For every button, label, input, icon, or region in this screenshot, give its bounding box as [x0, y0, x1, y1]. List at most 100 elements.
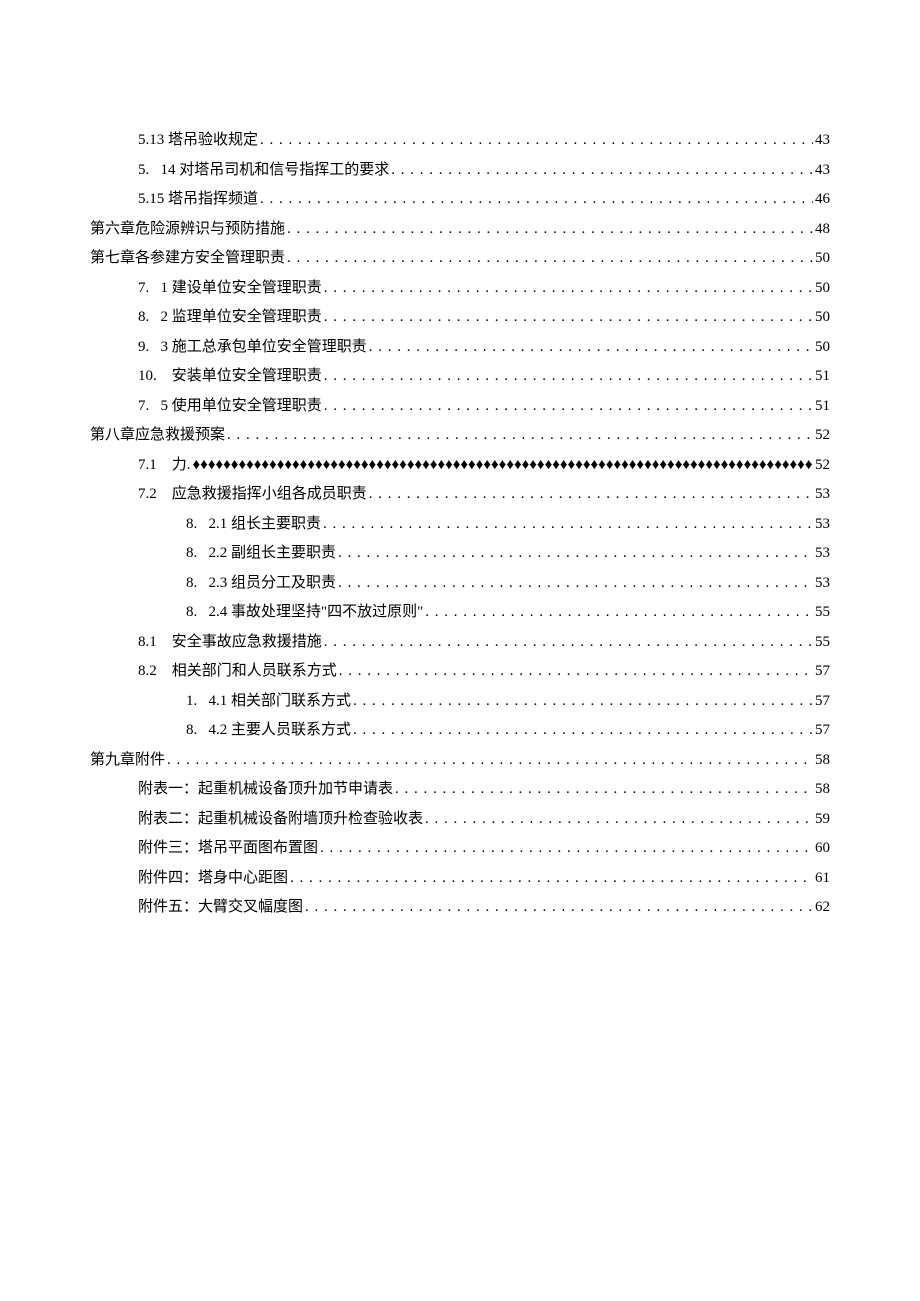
toc-entry-page: 52 [815, 423, 830, 449]
toc-entry-page: 57 [815, 718, 830, 744]
toc-entry: 附件四：塔身中心距图 61 [90, 866, 830, 892]
toc-entry-title: 第八章应急救援预案 [90, 423, 225, 449]
toc-entry-prefix: 8. [186, 718, 209, 744]
toc-entry-title: 1 建设单位安全管理职责 [161, 276, 322, 302]
toc-leader [353, 718, 813, 744]
toc-entry-title: 安全事故应急救援措施 [172, 630, 322, 656]
toc-entry-page: 55 [815, 600, 830, 626]
toc-leader [324, 305, 813, 331]
toc-entry: 8. 4.2 主要人员联系方式 57 [90, 718, 830, 744]
toc-entry-page: 59 [815, 807, 830, 833]
toc-entry-page: 51 [815, 364, 830, 390]
toc-leader [391, 158, 813, 184]
table-of-contents: 5.13 塔吊验收规定435. 14 对塔吊司机和信号指挥工的要求435.15 … [90, 128, 830, 921]
toc-entry-prefix: 7. [138, 394, 161, 420]
toc-entry-page: 53 [815, 482, 830, 508]
toc-leader [287, 246, 813, 272]
toc-leader [425, 600, 813, 626]
toc-entry: 10. 安装单位安全管理职责 51 [90, 364, 830, 390]
toc-entry-page: 50 [815, 305, 830, 331]
toc-entry: 8.1 安全事故应急救援措施55 [90, 630, 830, 656]
toc-leader [260, 128, 813, 154]
toc-entry: 7.1 力. 52 [90, 453, 830, 479]
toc-entry: 7.2 应急救援指挥小组各成员职责 53 [90, 482, 830, 508]
toc-entry-prefix: 7.2 [138, 482, 172, 508]
toc-leader [395, 777, 813, 803]
toc-leader [338, 541, 813, 567]
toc-entry: 7. 1 建设单位安全管理职责50 [90, 276, 830, 302]
toc-entry-title: 第六章危险源辨识与预防措施 [90, 217, 285, 243]
toc-entry: 8. 2 监理单位安全管理职责 50 [90, 305, 830, 331]
toc-entry-title: 2 监理单位安全管理职责 [161, 305, 322, 331]
toc-entry: 9. 3 施工总承包单位安全管理职责50 [90, 335, 830, 361]
toc-entry: 附件五：大臂交叉幅度图 62 [90, 895, 830, 921]
toc-entry-title: 第七章各参建方安全管理职责 [90, 246, 285, 272]
toc-entry: 附件三：塔吊平面图布置图 60 [90, 836, 830, 862]
toc-leader [425, 807, 813, 833]
toc-entry-prefix: 7.1 [138, 453, 172, 479]
toc-leader [324, 630, 813, 656]
toc-entry-title: 2.4 事故处理坚持"四不放过原则" [209, 600, 424, 626]
toc-entry-prefix: 8. [138, 305, 161, 331]
toc-entry-prefix: 8. [186, 600, 209, 626]
toc-leader [339, 659, 813, 685]
toc-leader [305, 895, 813, 921]
toc-entry-title: 附件四：塔身中心距图 [138, 866, 288, 892]
toc-leader [193, 453, 813, 479]
toc-entry-page: 53 [815, 571, 830, 597]
toc-entry-title: 应急救援指挥小组各成员职责 [172, 482, 367, 508]
toc-leader [287, 217, 813, 243]
toc-entry-page: 50 [815, 335, 830, 361]
toc-leader [260, 187, 813, 213]
toc-entry-title: 5.13 塔吊验收规定 [138, 128, 258, 154]
toc-entry: 5.15 塔吊指挥频道 46 [90, 187, 830, 213]
toc-entry-page: 62 [815, 895, 830, 921]
toc-entry: 8. 2.1 组长主要职责 53 [90, 512, 830, 538]
toc-entry-prefix: 1. [186, 689, 209, 715]
toc-entry-prefix: 7. [138, 276, 161, 302]
toc-entry-page: 52 [815, 453, 830, 479]
toc-entry-page: 61 [815, 866, 830, 892]
toc-entry-page: 60 [815, 836, 830, 862]
toc-entry: 7. 5 使用单位安全管理职责51 [90, 394, 830, 420]
toc-entry-prefix: 10. [138, 364, 172, 390]
toc-entry-title: 4.1 相关部门联系方式 [209, 689, 352, 715]
toc-leader [353, 689, 813, 715]
toc-entry-title: 力. [172, 453, 191, 479]
toc-entry-page: 46 [815, 187, 830, 213]
toc-entry: 第七章各参建方安全管理职责 50 [90, 246, 830, 272]
toc-leader [324, 276, 813, 302]
toc-entry: 8. 2.4 事故处理坚持"四不放过原则" 55 [90, 600, 830, 626]
toc-entry-title: 2.1 组长主要职责 [209, 512, 322, 538]
toc-entry-page: 51 [815, 394, 830, 420]
toc-entry: 第八章应急救援预案 52 [90, 423, 830, 449]
toc-leader [369, 335, 813, 361]
toc-entry-title: 安装单位安全管理职责 [172, 364, 322, 390]
toc-entry-title: 附表二：起重机械设备附墙顶升检查验收表 [138, 807, 423, 833]
toc-entry-page: 50 [815, 246, 830, 272]
toc-entry-title: 第九章附件 [90, 748, 165, 774]
toc-entry: 8.2 相关部门和人员联系方式 57 [90, 659, 830, 685]
toc-entry-prefix: 8.2 [138, 659, 172, 685]
toc-entry-page: 58 [815, 777, 830, 803]
toc-entry-prefix: 8. [186, 571, 209, 597]
toc-entry: 附表一：起重机械设备顶升加节申请表 58 [90, 777, 830, 803]
toc-entry-page: 53 [815, 512, 830, 538]
toc-entry: 8. 2.2 副组长主要职责 53 [90, 541, 830, 567]
toc-entry-title: 相关部门和人员联系方式 [172, 659, 337, 685]
toc-entry-page: 48 [815, 217, 830, 243]
toc-entry-prefix: 8. [186, 541, 209, 567]
toc-entry-title: 附件五：大臂交叉幅度图 [138, 895, 303, 921]
toc-leader [320, 836, 813, 862]
toc-entry: 1. 4.1 相关部门联系方式 57 [90, 689, 830, 715]
toc-entry-page: 57 [815, 659, 830, 685]
toc-entry-title: 3 施工总承包单位安全管理职责 [161, 335, 367, 361]
toc-leader [369, 482, 813, 508]
toc-entry-page: 58 [815, 748, 830, 774]
toc-entry-prefix: 8. [186, 512, 209, 538]
toc-entry-title: 5.15 塔吊指挥频道 [138, 187, 258, 213]
toc-entry-page: 43 [815, 158, 830, 184]
toc-entry-prefix: 5. [138, 158, 161, 184]
toc-entry: 8. 2.3 组员分工及职责 53 [90, 571, 830, 597]
toc-leader [324, 364, 813, 390]
